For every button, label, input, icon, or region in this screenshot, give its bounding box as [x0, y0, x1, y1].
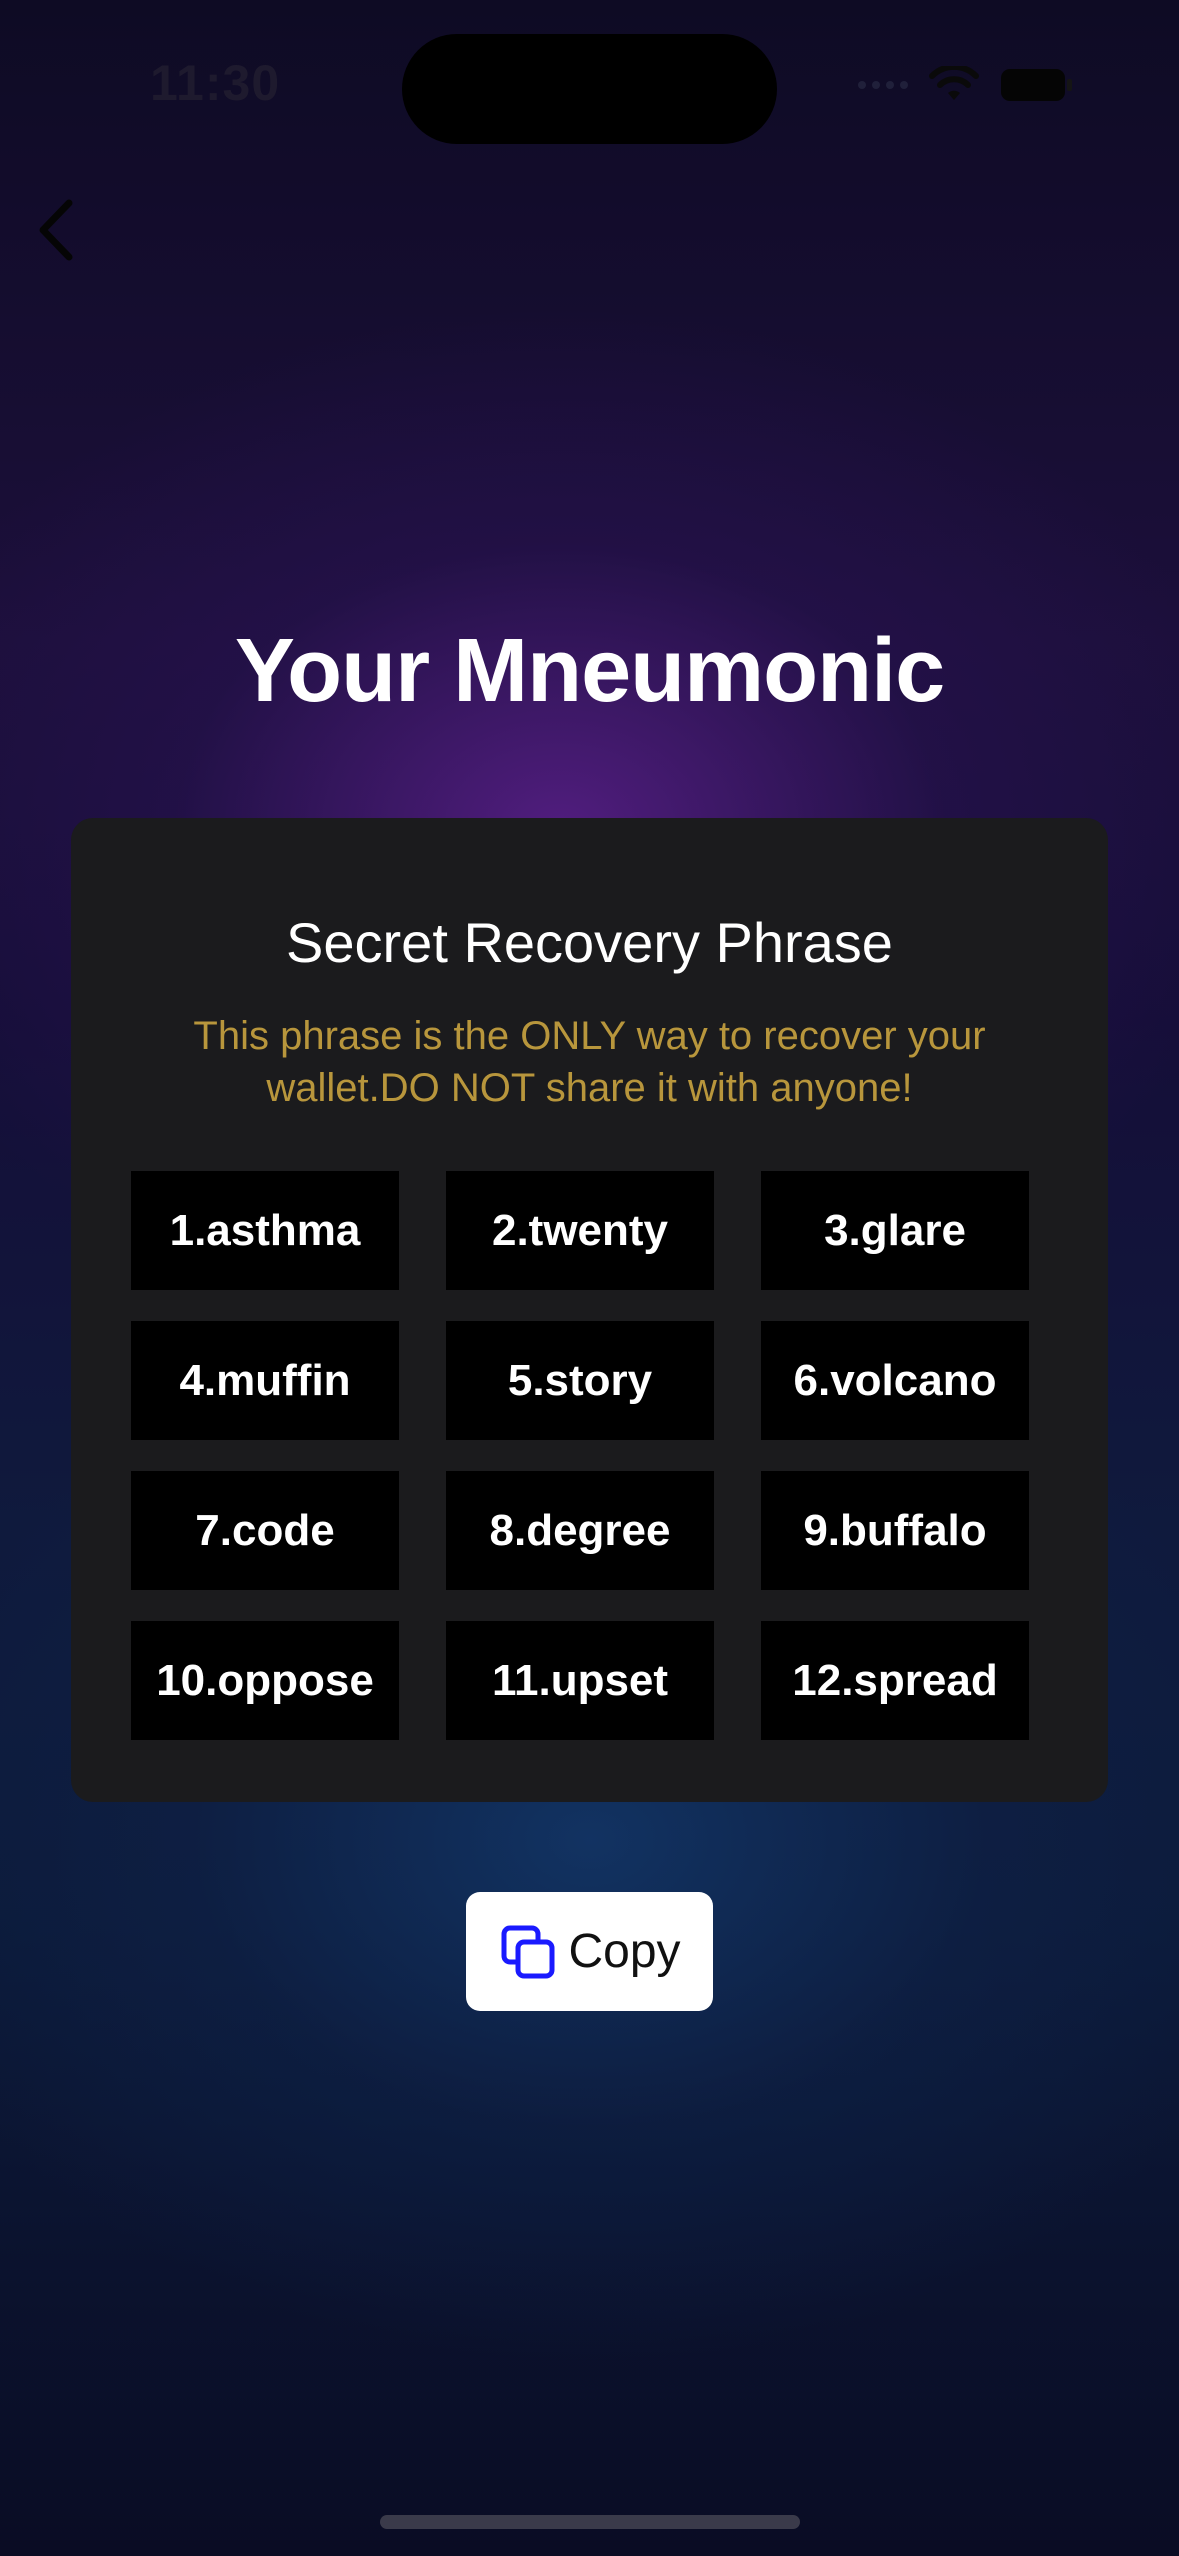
mnemonic-word: 3.glare — [761, 1171, 1029, 1290]
mnemonic-word: 10.oppose — [131, 1621, 399, 1740]
back-button[interactable] — [20, 190, 90, 270]
card-heading: Secret Recovery Phrase — [286, 911, 893, 974]
mnemonic-word: 7.code — [131, 1471, 399, 1590]
copy-icon — [501, 1925, 555, 1978]
cellular-signal-icon — [858, 81, 908, 89]
home-indicator[interactable] — [380, 2515, 800, 2529]
copy-button-label: Copy — [568, 1925, 681, 1978]
mnemonic-word: 12.spread — [761, 1621, 1029, 1740]
mnemonic-word-grid: 1.asthma 2.twenty 3.glare 4.muffin 5.sto… — [131, 1171, 1030, 1740]
status-time: 11:30 — [150, 55, 281, 111]
copy-button[interactable]: Copy — [466, 1892, 713, 2011]
dynamic-island — [402, 34, 777, 144]
mnemonic-word: 4.muffin — [131, 1321, 399, 1440]
mnemonic-word: 8.degree — [446, 1471, 714, 1590]
page-title: Your Mneumonic — [234, 621, 945, 721]
status-icons — [858, 66, 1074, 104]
mnemonic-word: 5.story — [446, 1321, 714, 1440]
mnemonic-word: 11.upset — [446, 1621, 714, 1740]
battery-icon — [1000, 67, 1074, 103]
warning-text: This phrase is the ONLY way to recover y… — [193, 1014, 986, 1110]
mnemonic-word: 9.buffalo — [761, 1471, 1029, 1590]
mnemonic-word: 6.volcano — [761, 1321, 1029, 1440]
screen: 11:30 Your Mneumonic Secret Recovery Phr… — [0, 0, 1179, 2556]
wifi-icon — [928, 66, 980, 104]
chevron-left-icon — [39, 199, 73, 261]
mnemonic-word: 2.twenty — [446, 1171, 714, 1290]
mnemonic-word: 1.asthma — [131, 1171, 399, 1290]
